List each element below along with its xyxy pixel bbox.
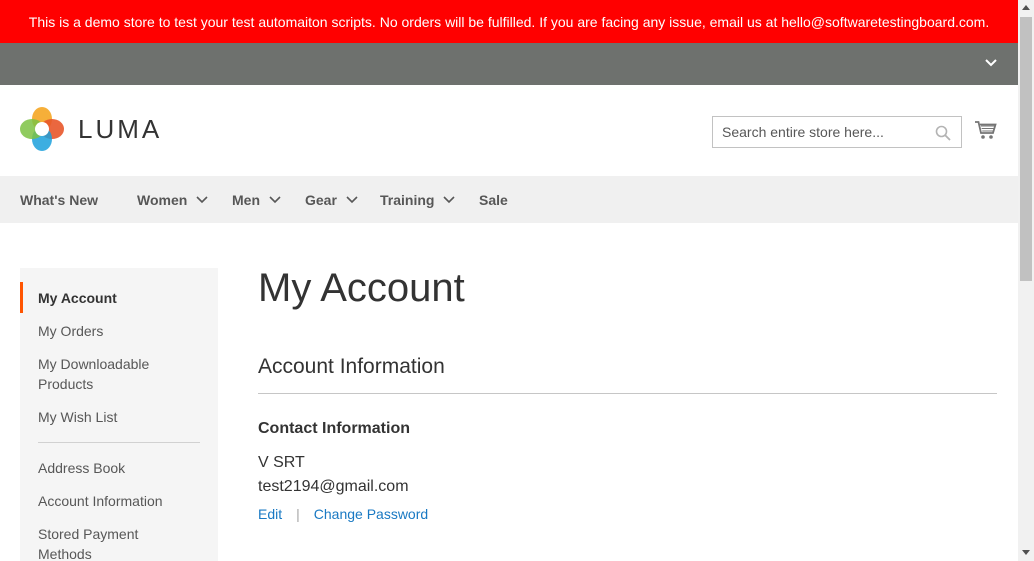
top-bar — [0, 43, 1018, 85]
contact-actions: Edit | Change Password — [258, 506, 428, 522]
sidebar-item-my-downloadable-products[interactable]: My Downloadable Products — [38, 354, 188, 394]
contact-email: test2194@gmail.com — [258, 478, 409, 495]
luma-logo[interactable]: LUMA — [20, 107, 162, 151]
logo-text: LUMA — [78, 113, 163, 144]
page-scrollbar[interactable] — [1018, 0, 1034, 561]
scroll-down-arrow-icon[interactable] — [1022, 550, 1030, 555]
chevron-down-icon — [443, 195, 456, 203]
change-password-link[interactable]: Change Password — [314, 506, 428, 522]
active-item-indicator — [20, 282, 23, 313]
chevron-down-icon — [269, 195, 281, 203]
nav-item-women[interactable]: Women — [137, 176, 208, 223]
section-divider — [258, 393, 997, 394]
nav-item-training[interactable]: Training — [380, 176, 456, 223]
nav-item-label: What's New — [20, 191, 99, 208]
contact-information-title: Contact Information — [258, 420, 410, 437]
sidebar-item-my-account[interactable]: My Account — [38, 288, 117, 308]
account-sidebar: My Account My Orders My Downloadable Pro… — [20, 268, 218, 561]
sidebar-item-my-wish-list[interactable]: My Wish List — [38, 407, 117, 427]
luma-logo-icon — [20, 107, 64, 151]
chevron-down-icon[interactable] — [984, 56, 998, 70]
nav-item-label: Gear — [305, 191, 337, 208]
page-title: My Account — [258, 266, 465, 310]
nav-item-sale[interactable]: Sale — [479, 176, 508, 223]
sidebar-item-stored-payment-methods[interactable]: Stored Payment Methods — [38, 524, 188, 561]
demo-store-banner-text: This is a demo store to test your test a… — [28, 13, 990, 30]
search-icon[interactable] — [935, 125, 951, 141]
search-box[interactable] — [712, 116, 962, 148]
scrollbar-thumb[interactable] — [1020, 17, 1032, 281]
nav-item-whats-new[interactable]: What's New — [20, 176, 98, 223]
nav-item-label: Sale — [479, 191, 508, 208]
contact-name: V SRT — [258, 454, 305, 471]
nav-item-label: Training — [380, 191, 435, 208]
edit-link[interactable]: Edit — [258, 506, 282, 522]
action-separator: | — [296, 506, 300, 522]
scroll-up-arrow-icon[interactable] — [1022, 5, 1030, 10]
demo-store-banner: This is a demo store to test your test a… — [0, 0, 1018, 43]
search-input[interactable] — [713, 117, 923, 147]
main-navigation: What's New Women Men Gear Training Sale — [0, 176, 1018, 223]
nav-item-label: Women — [137, 191, 188, 208]
cart-icon[interactable] — [975, 120, 997, 140]
nav-item-label: Men — [232, 191, 260, 208]
chevron-down-icon — [346, 195, 358, 203]
nav-item-men[interactable]: Men — [232, 176, 281, 223]
section-title-account-information: Account Information — [258, 355, 445, 378]
sidebar-item-address-book[interactable]: Address Book — [38, 458, 125, 478]
sidebar-divider — [38, 442, 200, 443]
sidebar-item-account-information[interactable]: Account Information — [38, 491, 163, 511]
nav-item-gear[interactable]: Gear — [305, 176, 358, 223]
chevron-down-icon — [196, 195, 208, 203]
site-header: LUMA — [0, 85, 1018, 176]
sidebar-item-my-orders[interactable]: My Orders — [38, 321, 103, 341]
